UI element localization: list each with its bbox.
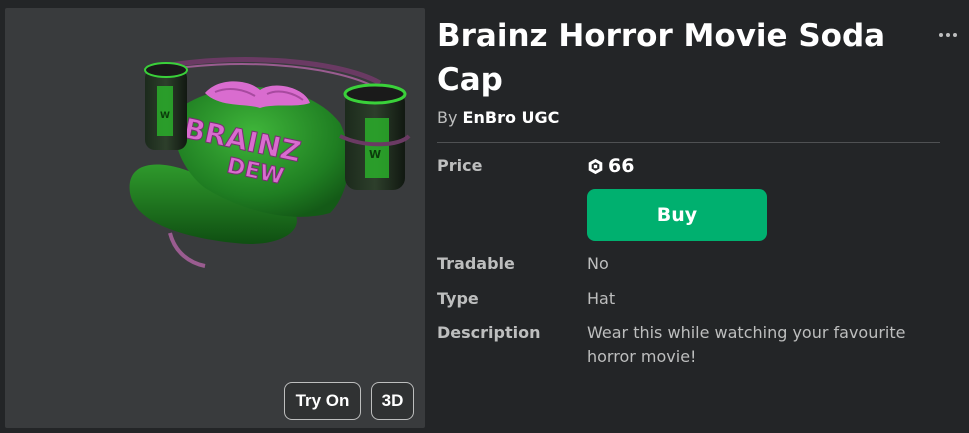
price-amount: 66 <box>608 155 635 177</box>
view-3d-button[interactable]: 3D <box>371 382 414 420</box>
tradable-value: No <box>587 254 609 273</box>
creator-link[interactable]: EnBro UGC <box>463 108 560 127</box>
hat-thumbnail-image: BRAINZ DEW W W <box>129 57 411 268</box>
item-thumbnail-panel: BRAINZ DEW W W Try On 3D <box>5 8 425 428</box>
type-value: Hat <box>587 289 616 308</box>
description-label: Description <box>437 323 541 342</box>
item-details-page: BRAINZ DEW W W Try On 3D Brainz Horror M… <box>0 0 969 433</box>
try-on-button[interactable]: Try On <box>284 382 361 420</box>
type-label: Type <box>437 289 479 308</box>
svg-text:W: W <box>160 111 170 121</box>
item-title: Brainz Horror Movie Soda Cap <box>437 18 886 98</box>
description-value: Wear this while watching your favourite … <box>587 323 906 366</box>
price-value: 66 <box>587 153 634 179</box>
svg-text:W: W <box>369 148 381 161</box>
more-options-icon[interactable] <box>937 25 959 43</box>
buy-button[interactable]: Buy <box>587 189 767 241</box>
tradable-label: Tradable <box>437 254 515 273</box>
divider <box>437 142 940 143</box>
robux-icon <box>588 158 603 174</box>
by-prefix: By <box>437 108 458 127</box>
creator-byline: By EnBro UGC <box>437 108 559 127</box>
price-label: Price <box>437 156 483 175</box>
